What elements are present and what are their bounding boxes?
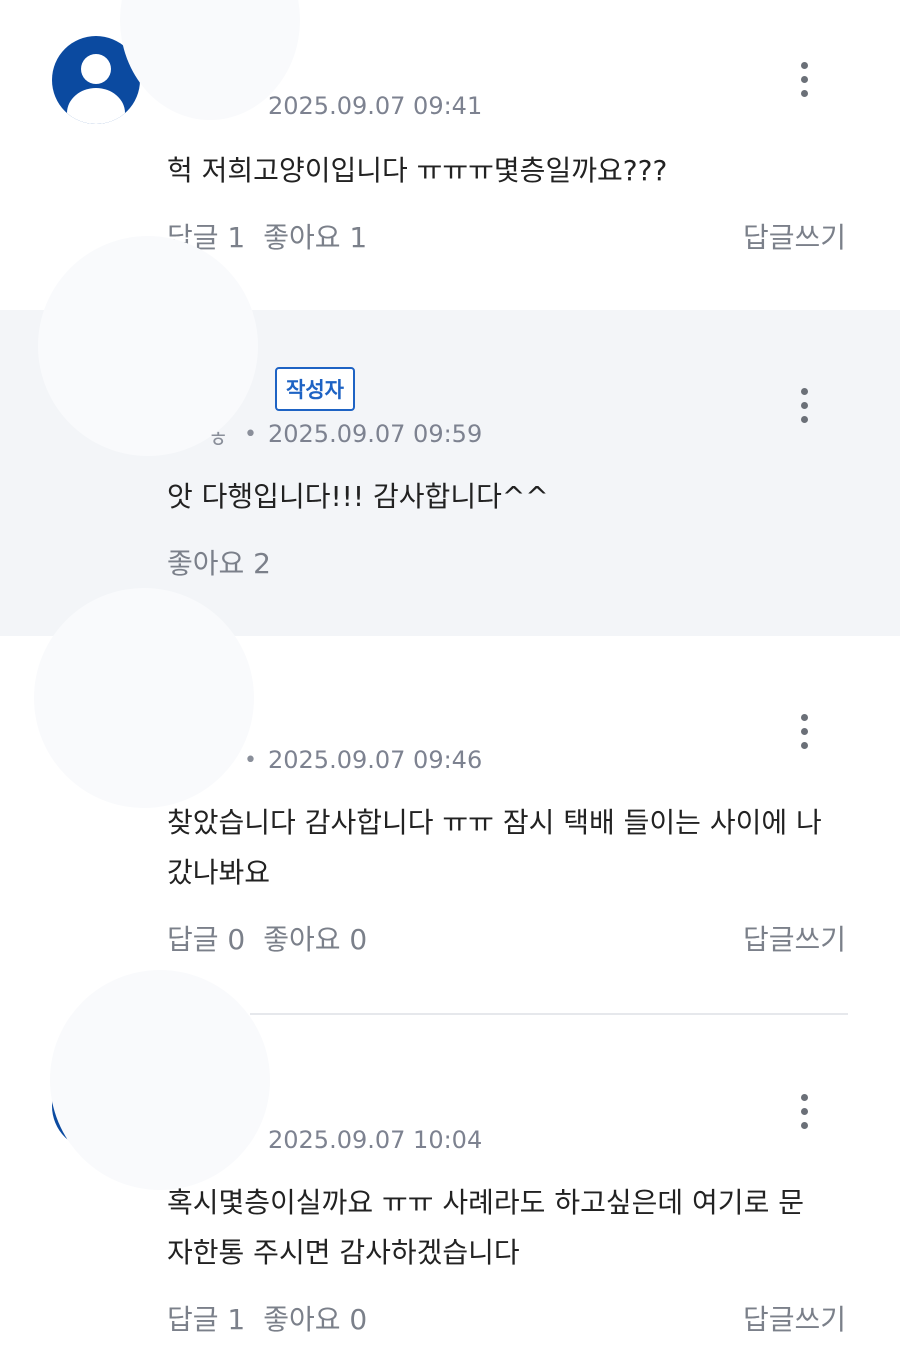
- nickname-fragment: ㅎ: [208, 428, 229, 453]
- separator-dot: •: [244, 748, 257, 773]
- author-badge: 작성자: [275, 367, 355, 411]
- write-reply-button[interactable]: 답글쓰기: [743, 918, 846, 958]
- comment-timestamp: 2025.09.07 10:04: [268, 1126, 483, 1154]
- comment-text: 앗 다행입니다!!! 감사합니다^^: [167, 480, 549, 513]
- divider: [250, 1013, 848, 1015]
- comment-text-line-2: 갔나봐요: [167, 856, 271, 889]
- comment-2-reply: 작성자 ㅎ • 2025.09.07 09:59 앗 다행입니다!!! 감사합니…: [0, 236, 900, 636]
- comment-4: 2025.09.07 10:04 혹시몇층이실까요 ㅠㅠ 사례라도 하고싶은데 …: [0, 970, 900, 1360]
- more-vertical-icon[interactable]: [798, 62, 810, 102]
- comment-text-line-1: 혹시몇층이실까요 ㅠㅠ 사례라도 하고싶은데 여기로 문: [167, 1186, 804, 1219]
- comment-text: 헉 저희고양이입니다 ㅠㅠㅠ몇층일까요???: [167, 154, 668, 187]
- write-reply-button[interactable]: 답글쓰기: [743, 216, 846, 256]
- comment-text: 찾았습니다 감사합니다 ㅠㅠ 잠시 택배 들이는 사이에 나 갔나봐요: [167, 798, 847, 898]
- reply-count-button[interactable]: 답글 1: [167, 1303, 245, 1336]
- more-vertical-icon[interactable]: [798, 388, 810, 428]
- like-button[interactable]: 좋아요 1: [263, 221, 367, 254]
- comment-text: 혹시몇층이실까요 ㅠㅠ 사례라도 하고싶은데 여기로 문 자한통 주시면 감사하…: [167, 1178, 847, 1278]
- comment-timestamp: 2025.09.07 09:46: [268, 746, 483, 774]
- comment-timestamp: 2025.09.07 09:41: [268, 92, 483, 120]
- separator-dot: •: [244, 422, 257, 447]
- comment-actions: 답글 1 좋아요 0: [167, 1298, 367, 1338]
- comment-3: • 2025.09.07 09:46 찾았습니다 감사합니다 ㅠㅠ 잠시 택배 …: [0, 588, 900, 1016]
- comment-timestamp: 2025.09.07 09:59: [268, 420, 483, 448]
- like-button[interactable]: 좋아요 0: [263, 1303, 367, 1336]
- blurred-avatar: [34, 588, 254, 808]
- blurred-nickname: [50, 970, 270, 1190]
- like-button[interactable]: 좋아요 0: [263, 923, 367, 956]
- comment-text-line-1: 찾았습니다 감사합니다 ㅠㅠ 잠시 택배 들이는 사이에 나: [167, 806, 822, 839]
- write-reply-button[interactable]: 답글쓰기: [743, 1298, 846, 1338]
- more-vertical-icon[interactable]: [798, 714, 810, 754]
- like-button[interactable]: 좋아요 2: [167, 547, 271, 580]
- comment-actions: 좋아요 2: [167, 542, 271, 582]
- comment-actions: 답글 0 좋아요 0: [167, 918, 367, 958]
- more-vertical-icon[interactable]: [798, 1094, 810, 1134]
- reply-count-button[interactable]: 답글 0: [167, 923, 245, 956]
- comment-text-line-2: 자한통 주시면 감사하겠습니다: [167, 1236, 520, 1269]
